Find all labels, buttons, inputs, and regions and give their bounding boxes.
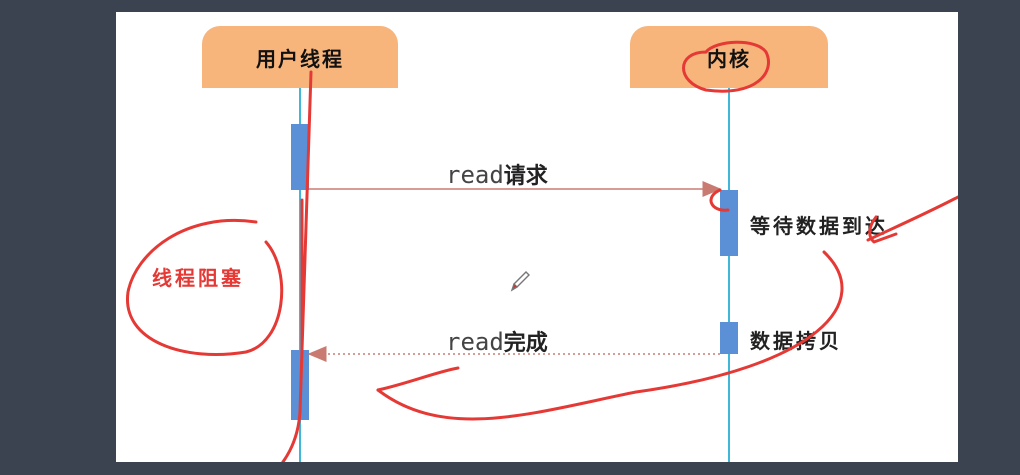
diagram-slide: 用户线程 内核 read请求 read完成 等待数据到达 数据拷贝 线程阻塞 xyxy=(116,12,958,462)
ink-vertical-line xyxy=(281,70,313,462)
ink-circle-blocked xyxy=(126,219,284,356)
ink-return-curve xyxy=(376,250,844,421)
ink-return-arrowhead xyxy=(376,366,460,392)
pen-cursor-icon xyxy=(510,271,530,292)
diagram-arrows xyxy=(126,40,958,462)
ink-circle-kernel xyxy=(682,40,770,93)
ink-right-arrow xyxy=(866,195,958,242)
ink-kernel-hook xyxy=(709,188,730,212)
